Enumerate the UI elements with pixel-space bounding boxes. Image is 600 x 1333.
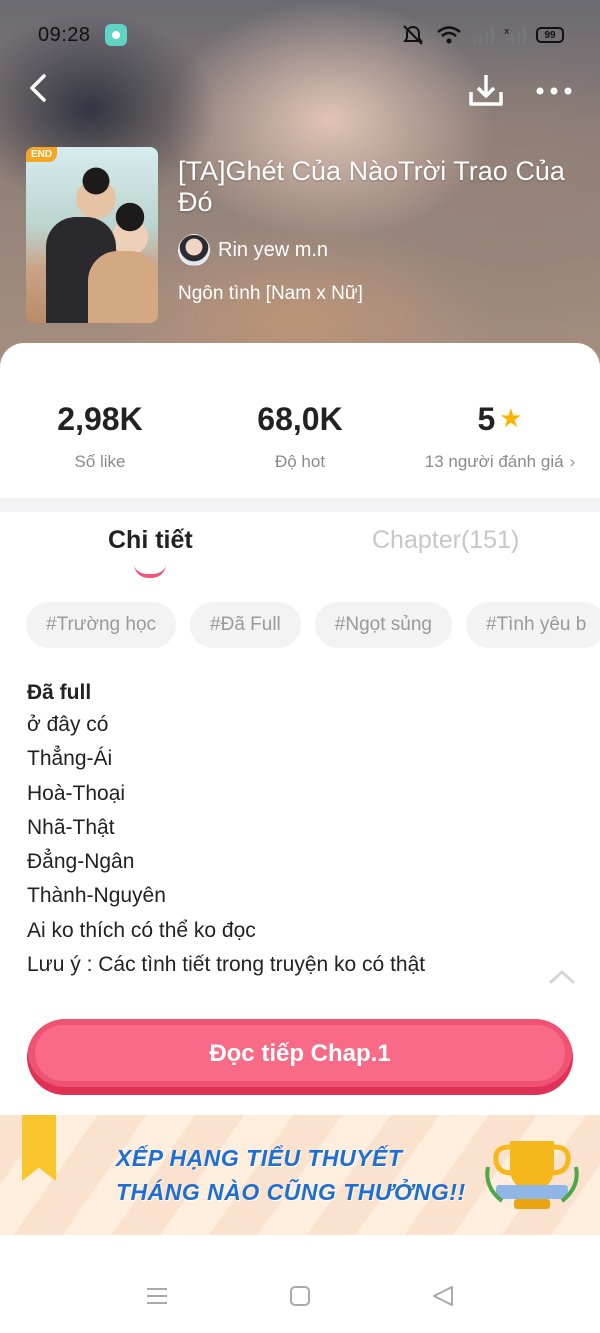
end-badge: END xyxy=(26,147,58,162)
rating-count: 13 người đánh giá xyxy=(424,452,564,471)
home-icon[interactable] xyxy=(289,1285,311,1307)
ribbon-icon xyxy=(22,1115,56,1181)
description-line: Ai ko thích có thể ko đọc xyxy=(27,918,256,942)
stat-value: 68,0K xyxy=(257,401,343,437)
description-heading: Đã full xyxy=(27,681,92,704)
status-time: 09:28 xyxy=(38,23,91,46)
back-arrow-icon[interactable] xyxy=(22,68,62,108)
stat-value: 5 ★ xyxy=(400,401,600,438)
book-cover[interactable]: END xyxy=(26,147,158,323)
stat-hot: 68,0K Độ hot xyxy=(200,343,400,493)
description-line: Thành-Nguyên xyxy=(27,884,166,908)
stats-row: 2,98K Số like 68,0K Độ hot 5 ★ 13 người đ… xyxy=(0,343,600,493)
description-line: Thẳng-Ái xyxy=(27,747,113,771)
signal-no-sim-icon: x xyxy=(504,27,526,44)
status-icons: x 99 xyxy=(400,24,564,46)
more-options-icon[interactable] xyxy=(532,78,576,104)
tab-indicator xyxy=(134,564,166,578)
svg-text:x: x xyxy=(504,27,510,37)
menu-icon[interactable] xyxy=(146,1286,168,1306)
detail-sheet: 2,98K Số like 68,0K Độ hot 5 ★ 13 người đ… xyxy=(0,343,600,1333)
tag-list: #Trường học #Đã Full #Ngọt sủng #Tình yêu b xyxy=(26,602,600,650)
tab-bar: Chi tiết Chapter(151) xyxy=(0,526,600,586)
banner-line: THÁNG NÀO CŨNG THƯỞNG!! xyxy=(116,1179,466,1205)
stat-value: 2,98K xyxy=(57,401,143,437)
continue-reading-label: Đọc tiếp Chap.1 xyxy=(209,1040,391,1067)
author-row[interactable]: Rin yew m.n xyxy=(178,234,328,266)
status-bar: 09:28 x 99 xyxy=(0,0,600,70)
tag-chip[interactable]: #Đã Full xyxy=(190,602,301,648)
stat-rating[interactable]: 5 ★ 13 người đánh giá › xyxy=(400,343,600,493)
tab-chapter[interactable]: Chapter(151) xyxy=(372,526,519,555)
banner-text: XẾP HẠNG TIỂU THUYẾT THÁNG NÀO CŨNG THƯỞ… xyxy=(116,1141,466,1209)
stat-label: Số like xyxy=(74,452,126,471)
stat-label: Độ hot xyxy=(274,452,326,471)
continue-reading-button[interactable]: Đọc tiếp Chap.1 xyxy=(27,1019,573,1095)
chevron-right-icon: › xyxy=(569,452,576,471)
cover-figure xyxy=(88,251,158,323)
description: Đã full ở đây có Thẳng-Ái Hoà-Thoại Nhã-… xyxy=(27,678,567,982)
signal-icon xyxy=(473,27,494,44)
tab-detail[interactable]: Chi tiết xyxy=(108,526,193,555)
trophy-icon xyxy=(485,1141,579,1209)
stat-likes: 2,98K Số like xyxy=(0,343,200,493)
chevron-up-icon[interactable] xyxy=(548,967,576,985)
download-icon[interactable] xyxy=(466,70,506,110)
battery-icon: 99 xyxy=(536,27,564,43)
header-backdrop: 09:28 x 99 END [TA]Ghét Của NàoTrời Trao… xyxy=(0,0,600,375)
description-line: Đẳng-Ngân xyxy=(27,850,135,874)
stat-label[interactable]: 13 người đánh giá › xyxy=(400,452,600,472)
tag-chip[interactable]: #Trường học xyxy=(26,602,177,648)
wifi-icon xyxy=(437,26,461,44)
book-title: [TA]Ghét Của NàoTrời Trao Của Đó xyxy=(178,156,565,217)
banner-line: XẾP HẠNG TIỂU THUYẾT xyxy=(116,1145,403,1171)
app-notification-icon xyxy=(104,24,127,46)
description-line: Lưu ý : Các tình tiết trong truyện ko có… xyxy=(27,953,426,977)
description-line: Hoà-Thoại xyxy=(27,781,126,805)
mute-bell-icon xyxy=(403,25,423,45)
description-line: Nhã-Thật xyxy=(27,815,115,839)
section-divider xyxy=(0,498,600,512)
author-name[interactable]: Rin yew m.n xyxy=(218,239,328,262)
system-nav-bar xyxy=(0,1266,600,1333)
author-avatar[interactable] xyxy=(178,234,210,266)
rating-value: 5 xyxy=(477,401,496,437)
tag-chip[interactable]: #Tình yêu b xyxy=(465,602,600,648)
back-triangle-icon[interactable] xyxy=(431,1284,455,1308)
star-icon: ★ xyxy=(499,403,523,433)
ranking-banner[interactable]: XẾP HẠNG TIỂU THUYẾT THÁNG NÀO CŨNG THƯỞ… xyxy=(0,1115,600,1235)
description-line: ở đây có xyxy=(27,713,109,736)
tag-chip[interactable]: #Ngọt sủng xyxy=(314,602,452,648)
book-genre: Ngôn tình [Nam x Nữ] xyxy=(178,283,363,304)
